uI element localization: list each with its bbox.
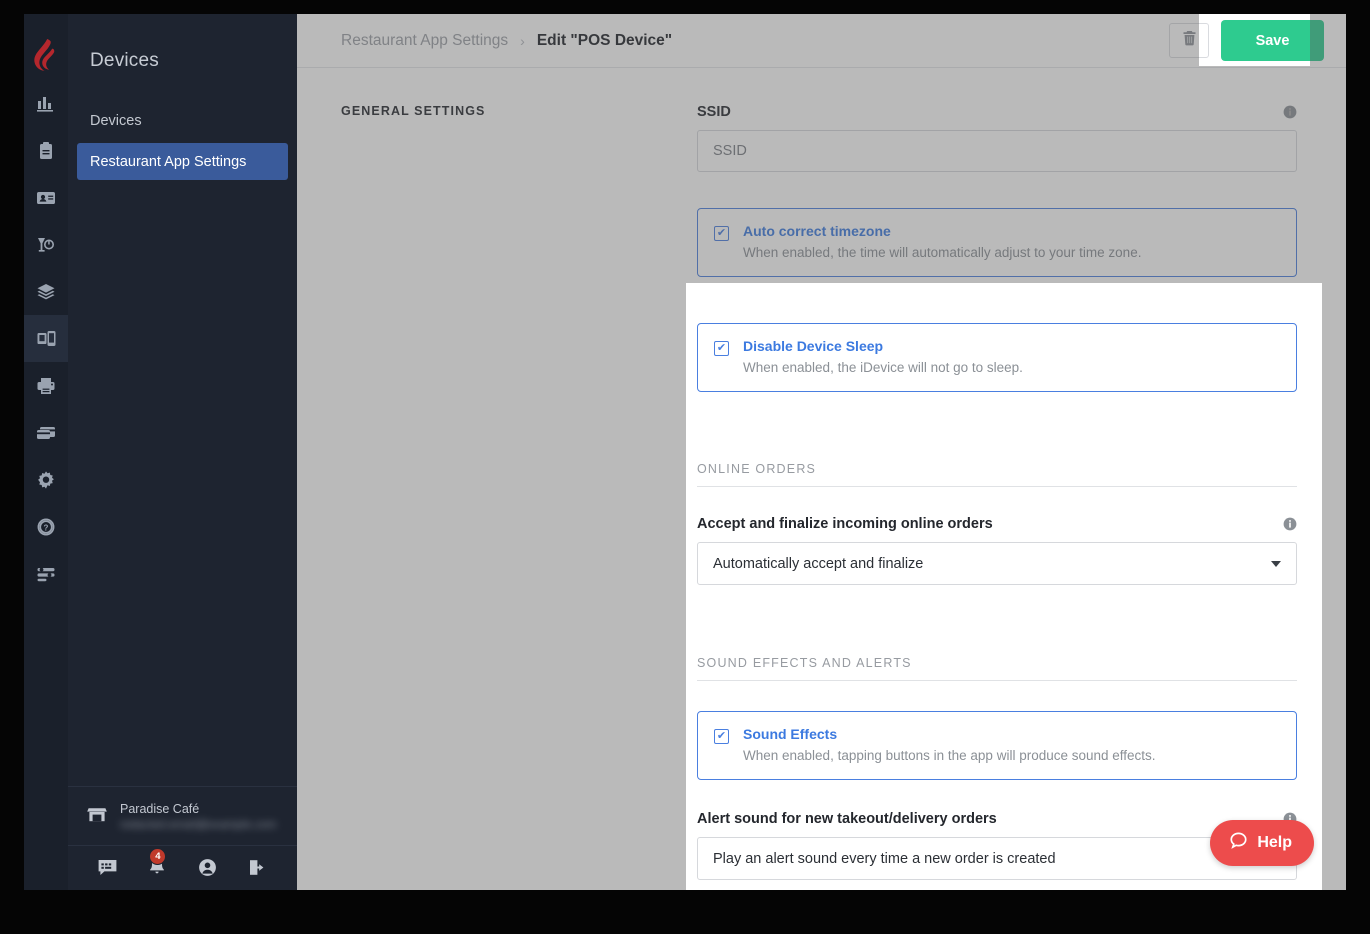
accept-orders-label: Accept and finalize incoming online orde… (697, 516, 993, 532)
auto-correct-timezone-description: When enabled, the time will automaticall… (743, 245, 1142, 260)
save-button[interactable]: Save (1221, 20, 1324, 61)
help-widget-label: Help (1257, 834, 1292, 851)
disable-device-sleep-checkbox[interactable]: ✔ (714, 341, 729, 356)
topbar-actions: Save (1169, 20, 1324, 61)
devices-icon[interactable] (24, 315, 68, 362)
sidebar-title: Devices (90, 50, 159, 71)
sound-effects-text: Sound Effects When enabled, tapping butt… (743, 726, 1156, 763)
svg-text:?: ? (44, 523, 49, 532)
sidebar-item-devices[interactable]: Devices (77, 102, 288, 139)
alert-sound-label: Alert sound for new takeout/delivery ord… (697, 811, 997, 827)
disable-device-sleep-text: Disable Device Sleep When enabled, the i… (743, 338, 1023, 375)
chevron-down-icon (1271, 560, 1281, 567)
sound-effects-group-header: SOUND EFFECTS AND ALERTS (697, 656, 1297, 681)
content-left-column: GENERAL SETTINGS (341, 104, 697, 890)
store-text: Paradise Café redacted.email@example.com (120, 802, 277, 831)
checkmark-icon: ✔ (716, 342, 727, 354)
auto-correct-timezone-text: Auto correct timezone When enabled, the … (743, 223, 1141, 260)
sound-effects-description: When enabled, tapping buttons in the app… (743, 748, 1156, 763)
notifications-bell-icon[interactable]: 4 (140, 848, 174, 882)
logout-icon[interactable] (241, 852, 275, 882)
alert-sound-select[interactable]: Play an alert sound every time a new ord… (697, 837, 1297, 880)
trash-icon (1182, 30, 1197, 51)
alert-sound-selected-value: Play an alert sound every time a new ord… (713, 850, 1056, 867)
customers-icon[interactable] (24, 174, 68, 221)
disable-device-sleep-title: Disable Device Sleep (743, 338, 884, 354)
sidebar-nav-list: Devices Restaurant App Settings (68, 102, 297, 184)
nav-panel: Devices Devices Restaurant App Settings … (34, 14, 297, 890)
breadcrumb: Restaurant App Settings › Edit "POS Devi… (341, 32, 1169, 50)
sidebar-actions: 4 (68, 845, 297, 890)
sound-effects-title: Sound Effects (743, 726, 838, 742)
ssid-label: SSID (697, 104, 731, 120)
store-email-redacted: redacted.email@example.com (120, 818, 277, 831)
info-icon[interactable] (1283, 105, 1297, 119)
main-area: Restaurant App Settings › Edit "POS Devi… (297, 14, 1346, 890)
accept-orders-label-row: Accept and finalize incoming online orde… (697, 516, 1297, 532)
sidebar: ? Devices Devices Restaurant App Setting… (24, 14, 297, 890)
accept-orders-selected-value: Automatically accept and finalize (713, 555, 924, 572)
store-icon (86, 803, 108, 830)
checkmark-icon: ✔ (716, 730, 727, 742)
lightspeed-flame-logo[interactable] (24, 30, 68, 80)
disable-device-sleep-description: When enabled, the iDevice will not go to… (743, 360, 1023, 375)
sidebar-item-restaurant-app-settings[interactable]: Restaurant App Settings (77, 143, 288, 180)
topbar: Restaurant App Settings › Edit "POS Devi… (297, 14, 1346, 68)
checkmark-icon: ✔ (716, 227, 727, 239)
list-settings-icon[interactable] (24, 550, 68, 597)
layers-icon[interactable] (24, 268, 68, 315)
alert-sound-label-row: Alert sound for new takeout/delivery ord… (697, 811, 1297, 827)
messages-icon[interactable] (90, 852, 124, 882)
reports-icon[interactable] (24, 80, 68, 127)
icon-rail: ? (24, 14, 68, 890)
accept-orders-select[interactable]: Automatically accept and finalize (697, 542, 1297, 585)
content-right-column: SSID SSID ✔ Auto correct timezone When e… (697, 104, 1299, 890)
chat-bubble-icon (1229, 831, 1248, 855)
screenshot-root: ? Devices Devices Restaurant App Setting… (0, 0, 1370, 934)
auto-correct-timezone-checkbox[interactable]: ✔ (714, 226, 729, 241)
drinks-icon[interactable] (24, 221, 68, 268)
online-orders-group-header: ONLINE ORDERS (697, 462, 1297, 487)
ssid-label-row: SSID (697, 104, 1297, 120)
disable-device-sleep-card[interactable]: ✔ Disable Device Sleep When enabled, the… (697, 323, 1297, 392)
store-block[interactable]: Paradise Café redacted.email@example.com (68, 786, 297, 845)
account-icon[interactable] (191, 852, 225, 882)
auto-correct-timezone-title: Auto correct timezone (743, 223, 891, 239)
store-name: Paradise Café (120, 801, 200, 816)
clipboard-icon[interactable] (24, 127, 68, 174)
application-window: ? Devices Devices Restaurant App Setting… (24, 14, 1346, 890)
save-button-label: Save (1255, 32, 1290, 49)
payments-icon[interactable] (24, 409, 68, 456)
auto-correct-timezone-card[interactable]: ✔ Auto correct timezone When enabled, th… (697, 208, 1297, 277)
sound-effects-card[interactable]: ✔ Sound Effects When enabled, tapping bu… (697, 711, 1297, 780)
help-widget-button[interactable]: Help (1210, 820, 1314, 866)
breadcrumb-separator-icon: › (520, 32, 525, 49)
gear-icon[interactable] (24, 456, 68, 503)
info-icon[interactable] (1283, 517, 1297, 531)
sidebar-item-label: Restaurant App Settings (90, 153, 247, 170)
page-title: Edit "POS Device" (536, 31, 673, 49)
ssid-input[interactable]: SSID (697, 130, 1297, 172)
sidebar-item-label: Devices (90, 112, 142, 129)
general-settings-heading: GENERAL SETTINGS (341, 104, 486, 118)
sound-effects-checkbox[interactable]: ✔ (714, 729, 729, 744)
delete-button[interactable] (1169, 23, 1209, 58)
ssid-input-placeholder: SSID (713, 143, 747, 159)
content: GENERAL SETTINGS SSID SSID ✔ Auto correc… (297, 68, 1346, 890)
printer-icon[interactable] (24, 362, 68, 409)
help-circle-icon[interactable]: ? (24, 503, 68, 550)
breadcrumb-parent-link[interactable]: Restaurant App Settings (341, 32, 508, 50)
